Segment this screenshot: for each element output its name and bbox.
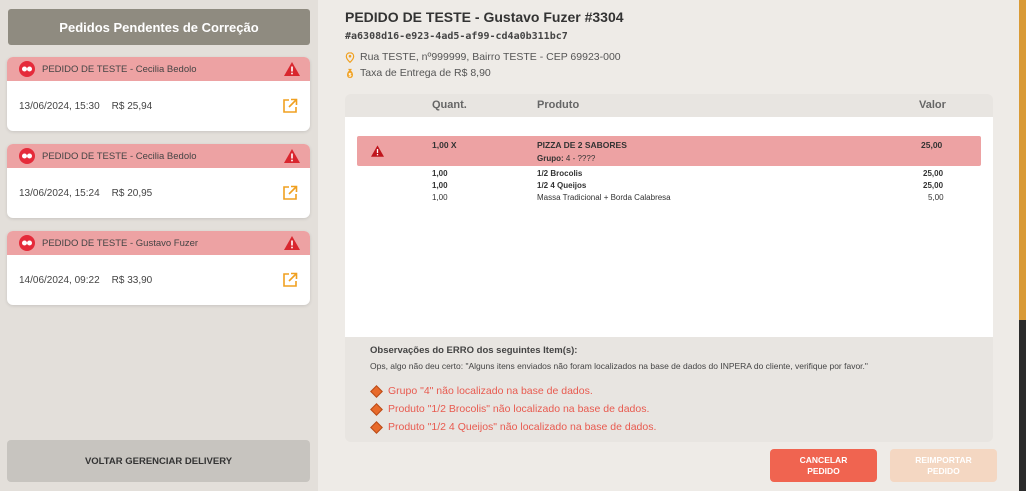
location-pin-icon: [345, 51, 355, 63]
diamond-bullet-icon: [370, 384, 383, 398]
order-date: 13/06/2024, 15:30: [19, 100, 100, 112]
fee-text: Taxa de Entrega de R$ 8,90: [360, 67, 491, 79]
delivery-fee: $ Taxa de Entrega de R$ 8,90: [345, 67, 491, 79]
order-price: R$ 25,94: [111, 100, 153, 112]
observations-title: Observações do ERRO dos seguintes Item(s…: [370, 345, 578, 356]
warning-icon: [284, 236, 300, 250]
card-header: PEDIDO DE TESTE - Cecilia Bedolo: [7, 57, 310, 81]
pending-order-card[interactable]: PEDIDO DE TESTE - Gustavo Fuzer 14/06/20…: [7, 231, 310, 305]
external-link-icon[interactable]: [282, 98, 298, 114]
warning-icon: [284, 149, 300, 163]
order-title: PEDIDO DE TESTE - Gustavo Fuzer #3304: [345, 9, 624, 25]
sub-item-qty: 1,00: [432, 181, 448, 190]
error-list-item: Produto "1/2 Brocolis" não localizado na…: [370, 402, 993, 416]
ifood-logo-icon: [19, 61, 35, 77]
sub-item-qty: 1,00: [432, 193, 448, 202]
order-id: #a6308d16-e923-4ad5-af99-cd4a0b311bc7: [345, 31, 568, 42]
card-body: 13/06/2024, 15:30 R$ 25,94: [7, 81, 310, 131]
card-title: PEDIDO DE TESTE - Cecilia Bedolo: [42, 150, 197, 162]
order-date: 14/06/2024, 09:22: [19, 274, 100, 286]
error-text: Produto "1/2 4 Queijos" não localizado n…: [388, 421, 657, 433]
order-items-table: Quant. Produto Valor 1,00 X PIZZA DE 2 S…: [345, 94, 993, 442]
table-body: 1,00 X PIZZA DE 2 SABORES 25,00 Grupo: 4…: [345, 117, 993, 337]
item-group: Grupo: 4 - ????: [537, 154, 595, 163]
diamond-bullet-icon: [370, 420, 383, 434]
table-header: Quant. Produto Valor: [345, 94, 993, 117]
header-value: Valor: [919, 99, 946, 111]
error-text: Grupo "4" não localizado na base de dado…: [388, 385, 593, 397]
reimport-line-2: PEDIDO: [927, 465, 960, 476]
diamond-bullet-icon: [370, 402, 383, 416]
sub-item-value: 25,00: [923, 169, 944, 178]
sub-item-qty: 1,00: [432, 169, 448, 178]
address-text: Rua TESTE, nº999999, Bairro TESTE - CEP …: [360, 51, 621, 63]
header-qty: Quant.: [432, 99, 467, 111]
window-edge-dark: [1019, 320, 1026, 491]
external-link-icon[interactable]: [282, 272, 298, 288]
card-header: PEDIDO DE TESTE - Gustavo Fuzer: [7, 231, 310, 255]
item-name: PIZZA DE 2 SABORES: [537, 140, 627, 150]
sidebar: Pedidos Pendentes de Correção PEDIDO DE …: [0, 0, 318, 491]
error-list-item: Grupo "4" não localizado na base de dado…: [370, 384, 993, 398]
warning-icon: [371, 145, 384, 157]
pending-order-card[interactable]: PEDIDO DE TESTE - Cecilia Bedolo 13/06/2…: [7, 144, 310, 218]
ifood-logo-icon: [19, 148, 35, 164]
card-title: PEDIDO DE TESTE - Gustavo Fuzer: [42, 237, 199, 249]
order-price: R$ 20,95: [111, 187, 153, 199]
card-header: PEDIDO DE TESTE - Cecilia Bedolo: [7, 144, 310, 168]
group-value: 4 - ????: [565, 154, 596, 163]
sub-item-name: 1/2 Brocolis: [537, 169, 583, 178]
order-address: Rua TESTE, nº999999, Bairro TESTE - CEP …: [345, 51, 621, 63]
item-value: 25,00: [921, 140, 943, 150]
window-edge-accent: [1019, 0, 1026, 320]
reimport-line-1: REIMPORTAR: [915, 454, 972, 465]
sub-item-name: 1/2 4 Queijos: [537, 181, 587, 190]
sidebar-title: Pedidos Pendentes de Correção: [8, 9, 310, 45]
card-body: 14/06/2024, 09:22 R$ 33,90: [7, 255, 310, 305]
pending-order-card[interactable]: PEDIDO DE TESTE - Cecilia Bedolo 13/06/2…: [7, 57, 310, 131]
order-date: 13/06/2024, 15:24: [19, 187, 100, 199]
warning-icon: [284, 62, 300, 76]
sub-item-name: Massa Tradicional + Borda Calabresa: [537, 193, 671, 202]
money-bag-icon: $: [347, 68, 353, 78]
error-item-row[interactable]: 1,00 X PIZZA DE 2 SABORES 25,00 Grupo: 4…: [357, 136, 981, 166]
cancel-line-2: PEDIDO: [807, 465, 840, 476]
order-price: R$ 33,90: [111, 274, 153, 286]
sub-item-value: 25,00: [923, 181, 944, 190]
ifood-logo-icon: [19, 235, 35, 251]
group-label: Grupo:: [537, 154, 564, 163]
item-qty: 1,00 X: [432, 140, 457, 150]
error-observations: Observações do ERRO dos seguintes Item(s…: [345, 337, 993, 434]
back-to-delivery-button[interactable]: VOLTAR GERENCIAR DELIVERY: [7, 440, 310, 482]
svg-text:$: $: [348, 72, 352, 78]
error-text: Produto "1/2 Brocolis" não localizado na…: [388, 403, 650, 415]
sub-item-value: 5,00: [928, 193, 944, 202]
cancel-order-button[interactable]: CANCELAR PEDIDO: [770, 449, 877, 482]
observations-text: Ops, algo não deu certo: "Alguns itens e…: [370, 361, 868, 371]
cancel-line-1: CANCELAR: [799, 454, 848, 465]
card-body: 13/06/2024, 15:24 R$ 20,95: [7, 168, 310, 218]
header-product: Produto: [537, 99, 580, 111]
external-link-icon[interactable]: [282, 185, 298, 201]
card-title: PEDIDO DE TESTE - Cecilia Bedolo: [42, 63, 197, 75]
reimport-order-button[interactable]: REIMPORTAR PEDIDO: [890, 449, 997, 482]
error-list-item: Produto "1/2 4 Queijos" não localizado n…: [370, 420, 993, 434]
